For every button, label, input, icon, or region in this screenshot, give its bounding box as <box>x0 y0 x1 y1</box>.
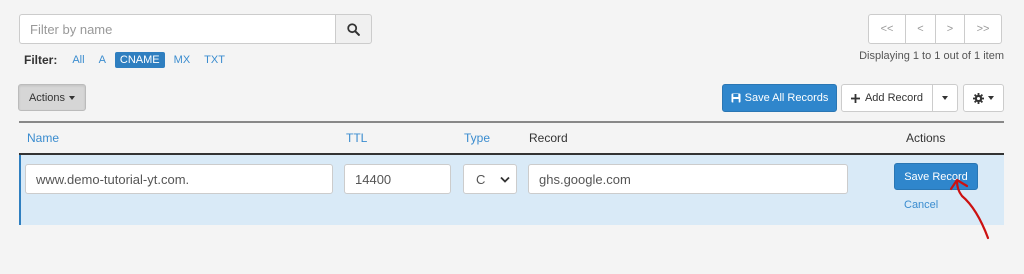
filter-label: Filter: <box>24 53 58 67</box>
record-value-input[interactable] <box>528 164 848 194</box>
first-page-button[interactable]: << <box>868 14 906 44</box>
record-name-input[interactable] <box>25 164 333 194</box>
record-type-value: C <box>476 171 486 187</box>
next-page-button[interactable]: > <box>935 14 965 44</box>
chevron-down-icon <box>500 176 510 183</box>
floppy-disk-icon <box>731 93 741 103</box>
caret-down-icon <box>942 96 948 100</box>
record-ttl-input[interactable] <box>344 164 451 194</box>
filter-mx[interactable]: MX <box>169 52 196 68</box>
add-record-dropdown-toggle[interactable] <box>932 84 958 112</box>
actions-label: Actions <box>28 91 66 104</box>
column-header-ttl[interactable]: TTL <box>346 131 367 145</box>
actions-dropdown-button[interactable]: Actions <box>18 84 86 111</box>
filter-txt[interactable]: TXT <box>199 52 230 68</box>
prev-page-button[interactable]: < <box>905 14 936 44</box>
filter-a[interactable]: A <box>94 52 111 68</box>
save-all-records-button[interactable]: Save All Records <box>722 84 837 112</box>
save-record-button[interactable]: Save Record <box>894 163 978 190</box>
record-edit-row: C Save Record Cancel <box>19 155 1004 225</box>
last-page-button[interactable]: >> <box>964 14 1002 44</box>
pagination: << < > >> <box>868 14 1002 44</box>
filter-cname[interactable]: CNAME <box>114 52 165 68</box>
column-header-actions: Actions <box>906 131 946 145</box>
column-header-type[interactable]: Type <box>464 131 490 145</box>
caret-down-icon <box>69 95 76 100</box>
type-filter: Filter: All A CNAME MX TXT <box>24 51 234 69</box>
search-icon <box>347 22 360 36</box>
caret-down-icon <box>988 96 994 100</box>
add-record-button[interactable]: Add Record <box>841 84 933 112</box>
save-all-label: Save All Records <box>744 92 829 104</box>
search-button[interactable] <box>335 14 372 44</box>
search-bar <box>19 14 372 44</box>
gear-icon <box>973 92 984 104</box>
settings-dropdown-button[interactable] <box>963 84 1004 112</box>
record-type-select[interactable]: C <box>463 164 517 194</box>
column-header-record: Record <box>529 131 568 145</box>
pagination-status: Displaying 1 to 1 out of 1 item <box>859 50 1004 62</box>
add-record-label: Add Record <box>864 92 924 104</box>
cancel-link[interactable]: Cancel <box>904 199 938 211</box>
search-input[interactable] <box>19 14 335 44</box>
filter-all[interactable]: All <box>67 52 89 68</box>
plus-icon <box>850 93 860 103</box>
records-table-header: Name TTL Type Record Actions <box>19 121 1004 155</box>
column-header-name[interactable]: Name <box>27 131 59 145</box>
